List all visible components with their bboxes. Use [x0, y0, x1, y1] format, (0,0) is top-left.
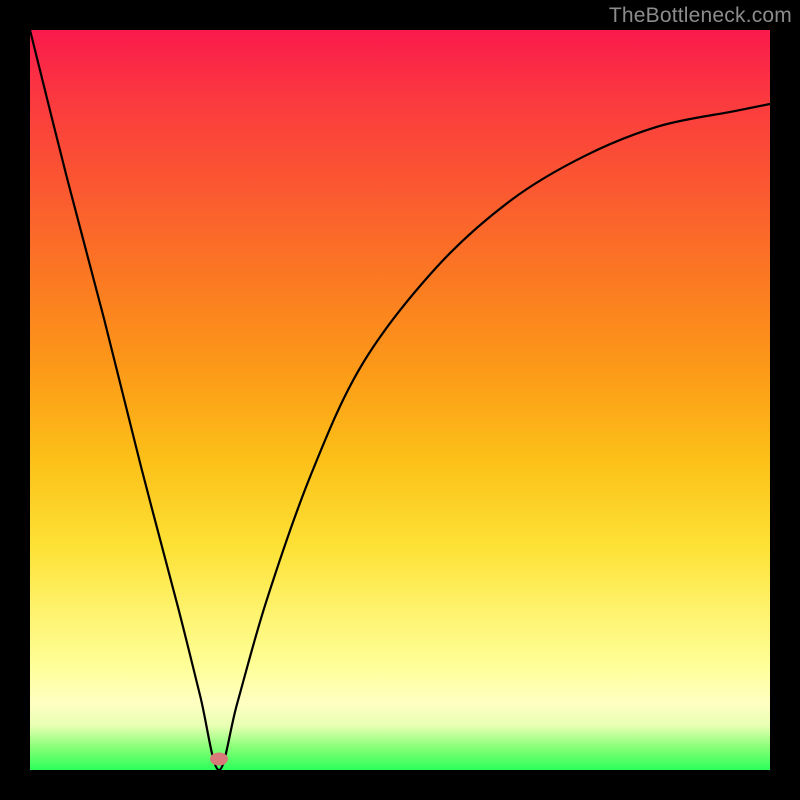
plot-area	[30, 30, 770, 770]
chart-frame: TheBottleneck.com	[0, 0, 800, 800]
bottleneck-curve	[30, 30, 770, 770]
min-marker	[210, 752, 228, 765]
watermark-text: TheBottleneck.com	[609, 4, 792, 28]
